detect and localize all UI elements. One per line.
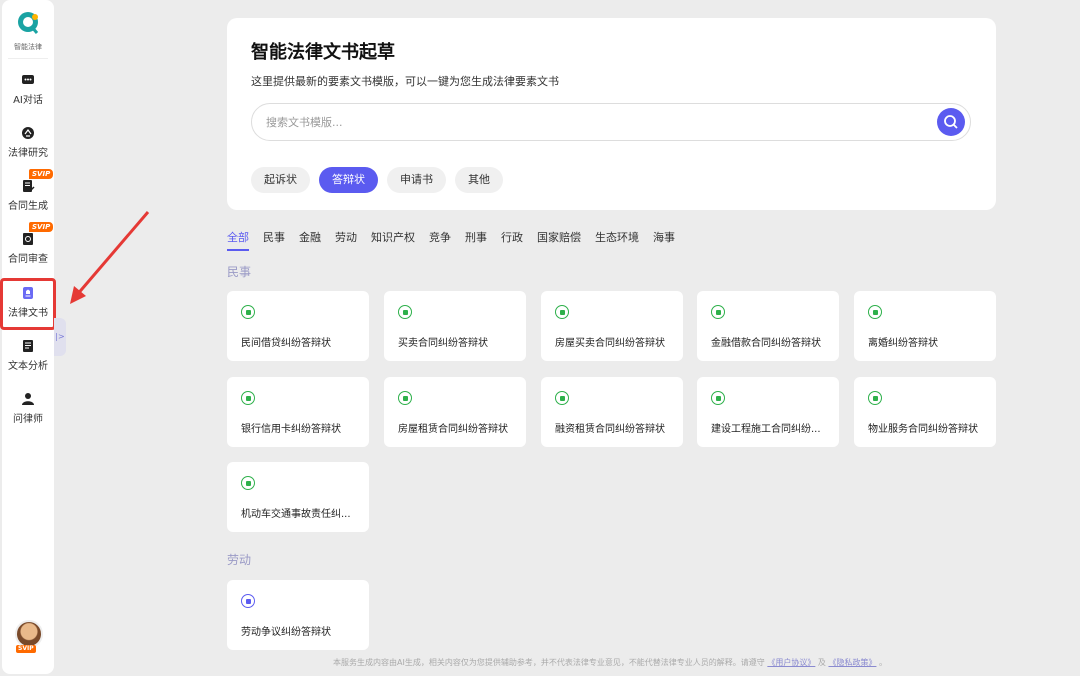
- document-icon: [398, 305, 412, 319]
- template-label: 融资租赁合同纠纷答辩状: [555, 424, 665, 435]
- contract-review-icon: [20, 231, 36, 247]
- document-icon: [868, 391, 882, 405]
- user-agreement-link[interactable]: 《用户协议》: [767, 658, 815, 667]
- lawyer-icon: [20, 391, 36, 407]
- avatar[interactable]: [15, 620, 43, 648]
- sidebar-item-label: 合同审查: [8, 254, 48, 265]
- sidebar-item-label: 问律师: [13, 414, 43, 425]
- document-type-pills: 起诉状 答辩状 申请书 其他: [251, 167, 503, 193]
- pill-defense[interactable]: 答辩状: [319, 167, 378, 193]
- template-label: 金融借款合同纠纷答辩状: [711, 338, 821, 349]
- tab-maritime[interactable]: 海事: [653, 229, 675, 251]
- sidebar-item-legal-research[interactable]: 法律研究: [2, 125, 54, 159]
- tab-competition[interactable]: 竞争: [429, 229, 451, 251]
- search-box: [251, 103, 971, 141]
- avatar-svip-badge: SVIP: [16, 645, 36, 653]
- text-analysis-icon: [20, 338, 36, 354]
- template-card[interactable]: 机动车交通事故责任纠...: [227, 462, 369, 532]
- svip-badge: SVIP: [29, 169, 54, 179]
- category-tabs: 全部 民事 金融 劳动 知识产权 竞争 刑事 行政 国家赔偿 生态环境 海事: [227, 229, 675, 251]
- sidebar-collapse-button[interactable]: |>: [54, 318, 66, 356]
- privacy-policy-link[interactable]: 《隐私政策》: [828, 658, 876, 667]
- sidebar-item-ai-chat[interactable]: AI对话: [2, 72, 54, 106]
- template-card[interactable]: 离婚纠纷答辩状: [854, 291, 996, 361]
- document-icon: [241, 476, 255, 490]
- document-icon: [555, 305, 569, 319]
- search-input[interactable]: [266, 104, 906, 140]
- template-label: 劳动争议纠纷答辩状: [241, 627, 331, 638]
- sidebar-item-contract-review[interactable]: SVIP 合同审查: [2, 222, 54, 265]
- template-label: 民间借贷纠纷答辩状: [241, 338, 331, 349]
- document-icon: [241, 305, 255, 319]
- tab-ecology[interactable]: 生态环境: [595, 229, 639, 251]
- divider: [8, 58, 48, 59]
- template-card[interactable]: 房屋买卖合同纠纷答辩状: [541, 291, 683, 361]
- template-card[interactable]: 金融借款合同纠纷答辩状: [697, 291, 839, 361]
- search-icon: [944, 115, 958, 129]
- page-subtitle: 这里提供最新的要素文书模版，可以一键为您生成法律要素文书: [251, 75, 559, 88]
- sidebar-item-contract-generate[interactable]: SVIP 合同生成: [2, 169, 54, 212]
- disclaimer-text: 本服务生成内容由AI生成，相关内容仅为您提供辅助参考，并不代表法律专业意见，不能…: [332, 658, 765, 667]
- chat-icon: [20, 72, 36, 88]
- sidebar-item-label: 文本分析: [8, 361, 48, 372]
- active-nav-highlight: [0, 278, 56, 330]
- tab-civil[interactable]: 民事: [263, 229, 285, 251]
- template-label: 机动车交通事故责任纠...: [241, 509, 351, 520]
- pill-complaint[interactable]: 起诉状: [251, 167, 310, 193]
- template-label: 房屋买卖合同纠纷答辩状: [555, 338, 665, 349]
- document-icon: [241, 391, 255, 405]
- footer-disclaimer: 本服务生成内容由AI生成，相关内容仅为您提供辅助参考，并不代表法律专业意见，不能…: [230, 657, 990, 668]
- template-label: 离婚纠纷答辩状: [868, 338, 938, 349]
- section-title-civil: 民事: [227, 265, 252, 279]
- tab-ip[interactable]: 知识产权: [371, 229, 415, 251]
- document-icon: [555, 391, 569, 405]
- template-card[interactable]: 民间借贷纠纷答辩状: [227, 291, 369, 361]
- document-icon: [711, 391, 725, 405]
- sidebar: 智能法律 AI对话 法律研究 SVIP 合同生成 SVIP 合同审查 法律文书: [2, 0, 54, 674]
- research-icon: [20, 125, 36, 141]
- pill-application[interactable]: 申请书: [387, 167, 446, 193]
- drafting-header-card: 智能法律文书起草 这里提供最新的要素文书模版，可以一键为您生成法律要素文书 起诉…: [227, 18, 996, 210]
- document-icon: [241, 594, 255, 608]
- page-title: 智能法律文书起草: [251, 42, 395, 63]
- template-label: 物业服务合同纠纷答辩状: [868, 424, 978, 435]
- tab-finance[interactable]: 金融: [299, 229, 321, 251]
- document-icon: [711, 305, 725, 319]
- sidebar-item-ask-lawyer[interactable]: 问律师: [2, 391, 54, 425]
- template-card[interactable]: 建设工程施工合同纠纷...: [697, 377, 839, 447]
- template-card[interactable]: 物业服务合同纠纷答辩状: [854, 377, 996, 447]
- document-icon: [398, 391, 412, 405]
- tab-state-compensation[interactable]: 国家赔偿: [537, 229, 581, 251]
- template-card[interactable]: 房屋租赁合同纠纷答辩状: [384, 377, 526, 447]
- tab-labor[interactable]: 劳动: [335, 229, 357, 251]
- template-card[interactable]: 买卖合同纠纷答辩状: [384, 291, 526, 361]
- logo-icon: [18, 12, 39, 34]
- tab-all[interactable]: 全部: [227, 229, 249, 251]
- section-title-labor: 劳动: [227, 553, 252, 567]
- sidebar-item-label: AI对话: [13, 95, 43, 106]
- tab-criminal[interactable]: 刑事: [465, 229, 487, 251]
- and-text: 及: [817, 658, 826, 667]
- search-button[interactable]: [937, 108, 965, 136]
- template-card[interactable]: 融资租赁合同纠纷答辩状: [541, 377, 683, 447]
- template-label: 房屋租赁合同纠纷答辩状: [398, 424, 508, 435]
- document-icon: [868, 305, 882, 319]
- template-label: 买卖合同纠纷答辩状: [398, 338, 488, 349]
- pill-other[interactable]: 其他: [455, 167, 503, 193]
- template-label: 银行信用卡纠纷答辩状: [241, 424, 341, 435]
- sidebar-item-text-analysis[interactable]: 文本分析: [2, 338, 54, 372]
- annotation-arrow-icon: [70, 211, 150, 304]
- template-label: 建设工程施工合同纠纷...: [711, 424, 821, 435]
- sidebar-item-label: 合同生成: [8, 201, 48, 212]
- tab-administrative[interactable]: 行政: [501, 229, 523, 251]
- footer-end: 。: [879, 658, 887, 667]
- contract-generate-icon: [20, 178, 36, 194]
- logo[interactable]: 智能法律: [2, 10, 54, 52]
- svip-badge: SVIP: [29, 222, 54, 232]
- sidebar-item-label: 法律研究: [8, 148, 48, 159]
- template-card[interactable]: 劳动争议纠纷答辩状: [227, 580, 369, 650]
- logo-text: 智能法律: [14, 43, 42, 51]
- template-card[interactable]: 银行信用卡纠纷答辩状: [227, 377, 369, 447]
